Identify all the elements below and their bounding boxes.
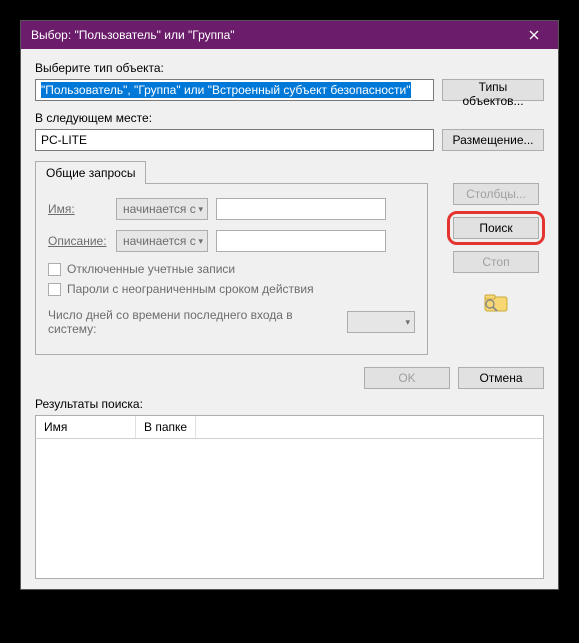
close-icon [529, 30, 539, 40]
tab-common-queries[interactable]: Общие запросы [35, 161, 146, 184]
directory-icon [479, 289, 513, 318]
locations-button[interactable]: Размещение... [442, 129, 544, 151]
description-match-combo[interactable]: начинается с ▾ [116, 230, 208, 252]
tabs-area: Общие запросы Имя: начинается с ▾ Описан… [35, 161, 428, 355]
chevron-down-icon: ▾ [198, 204, 203, 215]
name-match-combo[interactable]: начинается с ▾ [116, 198, 208, 220]
nonexpiring-checkbox[interactable] [48, 283, 61, 296]
object-type-row: "Пользователь", "Группа" или "Встроенный… [35, 79, 544, 101]
location-label: В следующем месте: [35, 111, 544, 125]
chevron-down-icon: ▾ [198, 236, 203, 247]
tab-body: Имя: начинается с ▾ Описание: начинается… [35, 183, 428, 355]
bottom-buttons: OK Отмена [35, 367, 544, 389]
location-row: PC-LITE Размещение... [35, 129, 544, 151]
columns-button[interactable]: Столбцы... [453, 183, 539, 205]
description-input[interactable] [216, 230, 386, 252]
results-header: Имя В папке [35, 415, 544, 439]
search-button[interactable]: Поиск [453, 217, 539, 239]
ok-button[interactable]: OK [364, 367, 450, 389]
main-area: Общие запросы Имя: начинается с ▾ Описан… [35, 161, 544, 355]
cancel-button[interactable]: Отмена [458, 367, 544, 389]
stop-button[interactable]: Стоп [453, 251, 539, 273]
column-folder[interactable]: В папке [136, 416, 196, 438]
days-row: Число дней со времени последнего входа в… [48, 308, 415, 336]
nonexpiring-row: Пароли с неограниченным сроком действия [48, 282, 415, 296]
search-highlight: Поиск [447, 211, 545, 245]
location-field[interactable]: PC-LITE [35, 129, 434, 151]
name-row: Имя: начинается с ▾ [48, 198, 415, 220]
description-label: Описание: [48, 234, 108, 248]
results-list[interactable] [35, 439, 544, 579]
column-name[interactable]: Имя [36, 416, 136, 438]
tab-strip: Общие запросы [35, 161, 428, 184]
name-label: Имя: [48, 202, 108, 216]
dialog-window: Выбор: "Пользователь" или "Группа" Выбер… [20, 20, 559, 590]
chevron-down-icon: ▾ [405, 317, 410, 328]
object-types-button[interactable]: Типы объектов... [442, 79, 544, 101]
results-label: Результаты поиска: [35, 397, 544, 411]
dialog-content: Выберите тип объекта: "Пользователь", "Г… [21, 49, 558, 589]
close-button[interactable] [514, 24, 554, 46]
side-buttons: Столбцы... Поиск Стоп [448, 161, 544, 355]
days-combo[interactable]: ▾ [347, 311, 415, 333]
disabled-accounts-checkbox[interactable] [48, 263, 61, 276]
window-title: Выбор: "Пользователь" или "Группа" [31, 28, 514, 42]
object-type-label: Выберите тип объекта: [35, 61, 544, 75]
object-type-field[interactable]: "Пользователь", "Группа" или "Встроенный… [35, 79, 434, 101]
days-label: Число дней со времени последнего входа в… [48, 308, 337, 336]
nonexpiring-label: Пароли с неограниченным сроком действия [67, 282, 314, 296]
disabled-accounts-row: Отключенные учетные записи [48, 262, 415, 276]
name-input[interactable] [216, 198, 386, 220]
disabled-accounts-label: Отключенные учетные записи [67, 262, 235, 276]
description-row: Описание: начинается с ▾ [48, 230, 415, 252]
titlebar: Выбор: "Пользователь" или "Группа" [21, 21, 558, 49]
